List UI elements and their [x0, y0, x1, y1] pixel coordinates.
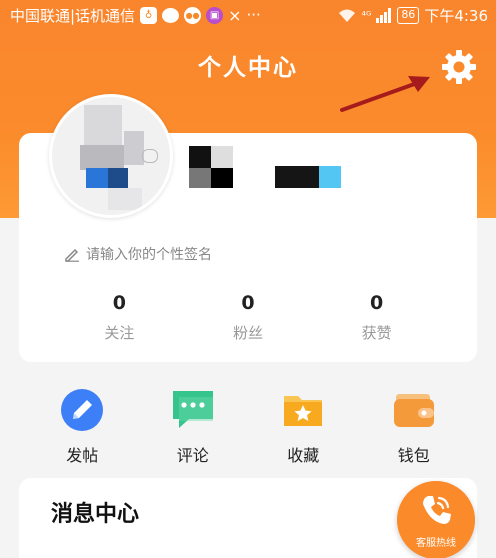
chat-icon — [162, 7, 180, 23]
more-icon: ··· — [246, 6, 261, 24]
app-icon: ●● — [184, 6, 202, 24]
hotline-label: 客服热线 — [416, 537, 456, 549]
status-right: ⁴ᴳ 86 下午4:36 — [337, 5, 488, 26]
star-folder-icon — [279, 386, 327, 434]
wallet-icon — [390, 386, 438, 434]
stat-likes[interactable]: 0 获赞 — [337, 292, 417, 343]
comment-icon — [169, 386, 217, 434]
network-type: ⁴ᴳ — [361, 8, 372, 22]
signal-icon — [376, 7, 392, 23]
hotline-button[interactable]: 客服热线 — [397, 481, 475, 558]
avatar-pixel — [84, 105, 122, 145]
stat-label: 关注 — [104, 324, 135, 342]
bookmark-icon: ▣ — [206, 6, 224, 24]
action-comment[interactable]: 评论 — [158, 386, 228, 466]
stat-value: 0 — [370, 292, 384, 314]
gear-icon[interactable] — [441, 49, 477, 85]
avatar-pixel — [108, 188, 142, 210]
avatar-pixel — [124, 131, 144, 165]
stat-following[interactable]: 0 关注 — [79, 292, 159, 343]
pencil-icon — [65, 248, 79, 262]
user-id-pixel — [275, 166, 319, 188]
status-left: 中国联通|话机通信 ♁ ●● ▣ ⨯ ··· — [10, 5, 261, 26]
status-bar: 中国联通|话机通信 ♁ ●● ▣ ⨯ ··· ⁴ᴳ 86 下午4:36 — [0, 0, 496, 30]
stats-row: 0 关注 0 粉丝 0 获赞 — [19, 292, 477, 343]
stat-value: 0 — [241, 292, 255, 314]
action-favorites[interactable]: 收藏 — [268, 386, 338, 466]
signature-placeholder: 请输入你的个性签名 — [86, 247, 212, 263]
username-pixel — [211, 168, 233, 188]
action-label: 钱包 — [397, 446, 430, 465]
clock-text: 下午4:36 — [424, 6, 488, 25]
pencil-icon — [58, 386, 106, 434]
stat-fans[interactable]: 0 粉丝 — [208, 292, 288, 343]
stat-label: 获赞 — [361, 324, 392, 342]
stat-label: 粉丝 — [232, 324, 263, 342]
avatar-pixel — [142, 149, 158, 163]
signature-field[interactable]: 请输入你的个性签名 — [64, 244, 212, 264]
avatar-pixel — [108, 168, 128, 188]
battery-indicator: 86 — [397, 6, 420, 24]
action-wallet[interactable]: 钱包 — [379, 386, 449, 466]
message-center-title: 消息中心 — [51, 502, 140, 527]
username-pixel — [189, 146, 211, 168]
phone-icon — [423, 495, 451, 524]
flyme-icon: ⨯ — [228, 5, 242, 25]
avatar-pixel — [80, 145, 124, 170]
user-id-pixel — [319, 166, 341, 188]
avatar-pixel — [86, 168, 108, 188]
username-pixel — [211, 146, 233, 168]
action-label: 评论 — [176, 446, 209, 465]
wifi-icon — [338, 9, 355, 22]
action-post[interactable]: 发帖 — [47, 386, 117, 466]
quick-actions: 发帖 评论 收藏 钱包 — [19, 386, 477, 466]
avatar[interactable] — [49, 94, 173, 218]
username-pixel — [189, 168, 211, 188]
stat-value: 0 — [112, 292, 126, 314]
annotation-arrow — [340, 76, 430, 112]
action-label: 发帖 — [66, 446, 99, 465]
carrier-text: 中国联通|话机通信 — [10, 6, 136, 25]
action-label: 收藏 — [287, 446, 320, 465]
lightbulb-icon: ♁ — [140, 6, 158, 24]
